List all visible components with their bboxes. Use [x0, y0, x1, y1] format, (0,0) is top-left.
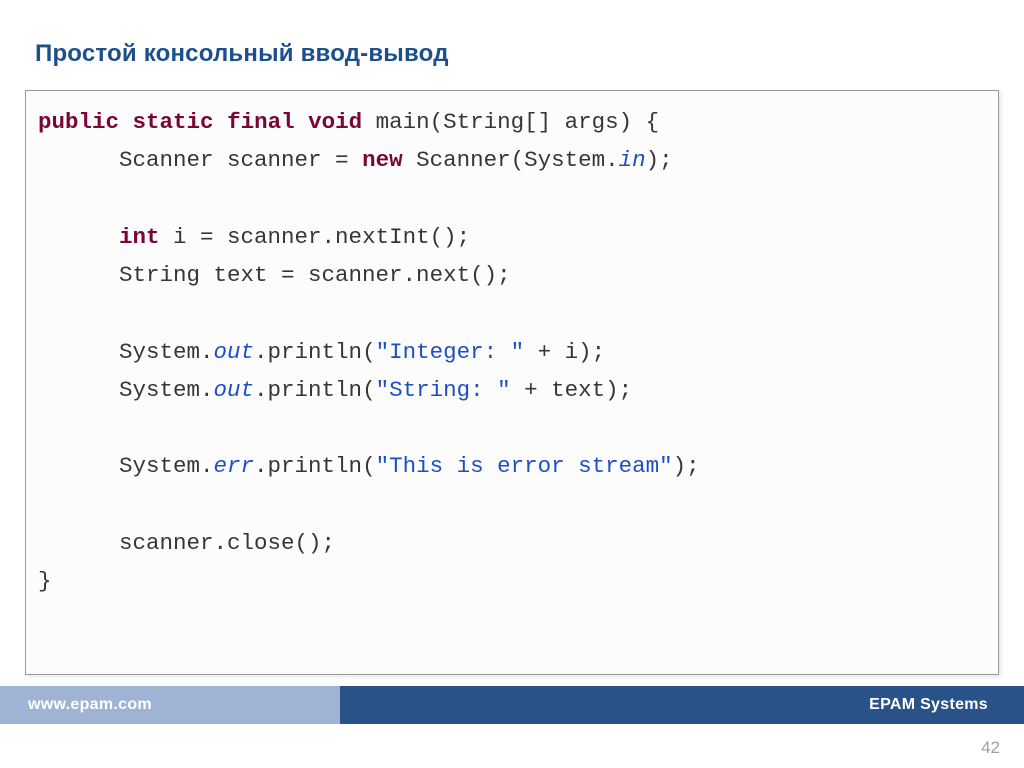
slide: Простой консольный ввод-вывод public sta…	[0, 0, 1024, 768]
footer: www.epam.com EPAM Systems	[0, 686, 1024, 724]
code-block: public static final void main(String[] a…	[25, 90, 999, 675]
footer-url: www.epam.com	[0, 686, 340, 724]
footer-brand: EPAM Systems	[340, 686, 1024, 724]
code-content: public static final void main(String[] a…	[38, 103, 986, 600]
slide-title: Простой консольный ввод-вывод	[35, 40, 449, 68]
page-number: 42	[981, 738, 1000, 758]
